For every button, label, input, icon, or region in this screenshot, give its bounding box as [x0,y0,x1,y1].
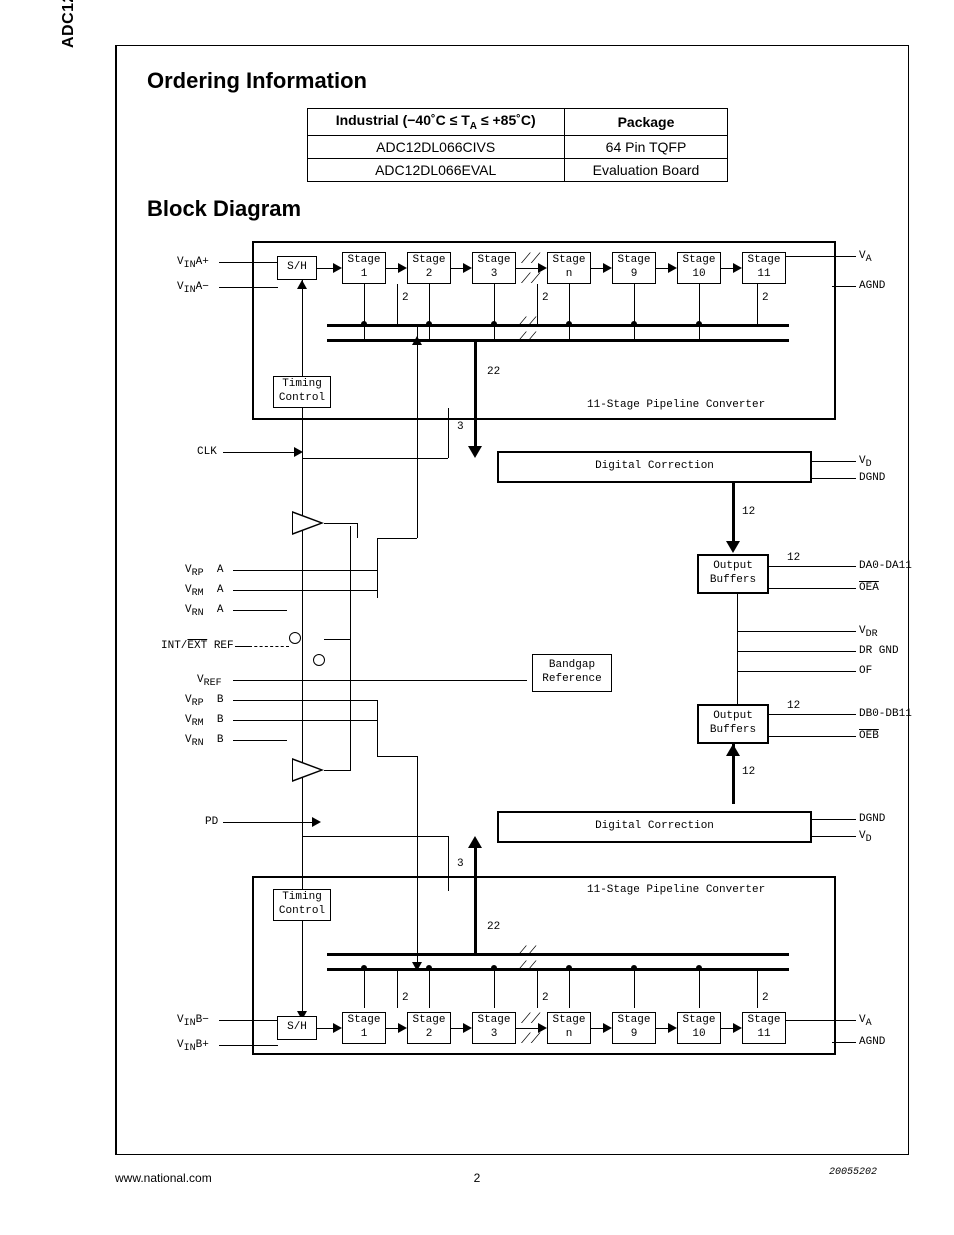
pin-vina-minus: VINA− [177,281,209,296]
pin-va: VA [859,250,872,265]
side-part-label: ADC12DL066 [60,0,78,48]
block-outbuf-b: Output Buffers [697,704,769,744]
pin-vref: VREF [197,674,222,689]
pin-dgnd-b: DGND [859,813,885,825]
block-stage: Stage n [547,252,591,284]
switch-icon [313,654,325,666]
block-stage: Stage n [547,1012,591,1044]
label-pipe-a: 11-Stage Pipeline Converter [587,399,765,411]
pin-vinb-plus: VINB+ [177,1039,209,1054]
pin-dgnd: DGND [859,472,885,484]
pin-db: DB0-DB11 [859,708,912,720]
amp-icon [292,758,324,782]
pin-clk: CLK [197,446,217,458]
block-digcor-b: Digital Correction [497,811,812,843]
pin-vrnb: VRN B [185,734,223,749]
pin-vrmb: VRM B [185,714,223,729]
block-stage: Stage 10 [677,252,721,284]
block-sh-b: S/H [277,1016,317,1040]
pin-oea: OEA [859,582,879,594]
pin-vinb-minus: VINB− [177,1014,209,1029]
block-stage: Stage 3 [472,1012,516,1044]
ordering-table: Industrial (−40˚C ≤ TA ≤ +85˚C) Package … [307,108,729,182]
pin-drgnd: DR GND [859,645,899,657]
pin-vina-plus: VINA+ [177,256,209,271]
pin-vd: VD [859,455,872,470]
pin-va-b: VA [859,1014,872,1029]
table-row: ADC12DL066CIVS 64 Pin TQFP [307,135,728,158]
block-stage: Stage 2 [407,1012,451,1044]
block-timing-b: Timing Control [273,889,331,921]
switch-icon [289,632,301,644]
pin-oeb: OEB [859,730,879,742]
block-timing-a: Timing Control [273,376,331,408]
pin-vrpa: VRP A [185,564,223,579]
ordering-col1: Industrial (−40˚C ≤ TA ≤ +85˚C) [307,109,564,136]
pin-agnd: AGND [859,280,885,292]
pin-vdr: VDR [859,625,878,640]
amp-icon [292,511,324,535]
block-stage: Stage 9 [612,252,656,284]
pin-da: DA0-DA11 [859,560,912,572]
pin-intext: INT/EXT REF [161,640,234,652]
block-stage: Stage 2 [407,252,451,284]
table-row: ADC12DL066EVAL Evaluation Board [307,158,728,181]
pin-agnd-b: AGND [859,1036,885,1048]
block-diagram: VINA+ VINA− S/H Stage 1 Stage 2 Stage 3 … [177,236,877,1176]
pin-vrpb: VRP B [185,694,223,709]
block-stage: Stage 10 [677,1012,721,1044]
block-stage: Stage 9 [612,1012,656,1044]
block-sh-a: S/H [277,256,317,280]
ordering-col2: Package [564,109,728,136]
pin-pd: PD [205,816,218,828]
block-outbuf-a: Output Buffers [697,554,769,594]
heading-ordering: Ordering Information [147,68,888,94]
pin-vrna: VRN A [185,604,223,619]
pin-of: OF [859,665,872,677]
footer-page: 2 [0,1171,954,1185]
heading-block-diagram: Block Diagram [147,196,888,222]
block-stage: Stage 11 [742,1012,786,1044]
block-stage: Stage 1 [342,252,386,284]
block-stage: Stage 1 [342,1012,386,1044]
block-stage: Stage 3 [472,252,516,284]
block-bandgap: Bandgap Reference [532,654,612,692]
block-stage: Stage 11 [742,252,786,284]
pin-vrma: VRM A [185,584,223,599]
block-digcor-a: Digital Correction [497,451,812,483]
pin-vd-b: VD [859,830,872,845]
page-content: Ordering Information Industrial (−40˚C ≤… [115,45,909,1155]
label-pipe-b: 11-Stage Pipeline Converter [587,884,765,896]
